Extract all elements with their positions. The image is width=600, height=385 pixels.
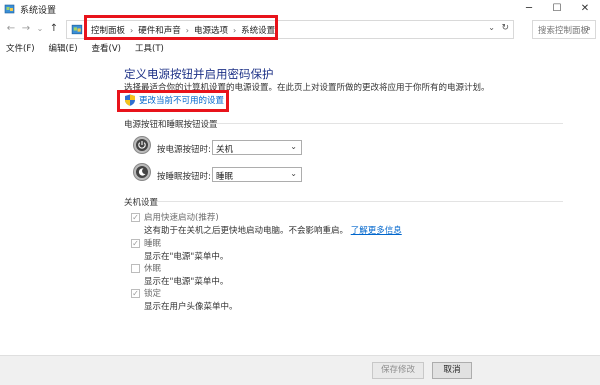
- sleep-button-label: 按睡眠按钮时:: [157, 172, 211, 182]
- lock-checkbox[interactable]: ✓: [131, 289, 140, 298]
- page-title: 定义电源按钮并启用密码保护: [124, 67, 274, 81]
- sleep-checkbox[interactable]: ✓: [131, 239, 140, 248]
- control-panel-icon: [4, 4, 15, 14]
- fast-startup-label: 启用快速启动(推荐): [144, 213, 219, 223]
- power-button-select[interactable]: 关机 ⌄: [212, 140, 302, 155]
- window-title: 系统设置: [20, 6, 57, 16]
- maximize-button[interactable]: ☐: [543, 0, 571, 18]
- button-bar: 保存修改 取消: [0, 355, 600, 385]
- chevron-down-icon: ⌄: [290, 142, 297, 151]
- divider: [209, 123, 563, 124]
- hibernate-option-description: 显示在"电源"菜单中。: [144, 277, 229, 287]
- power-button-value: 关机: [216, 145, 234, 155]
- fast-startup-checkbox[interactable]: ✓: [131, 213, 140, 222]
- power-button-icon: [134, 137, 150, 153]
- search-input[interactable]: 搜索控制面板 ⌕: [532, 20, 596, 39]
- address-dropdown-icon[interactable]: ⌄: [488, 23, 495, 32]
- menu-tools[interactable]: 工具(T): [129, 40, 164, 55]
- lock-option-label: 锁定: [144, 289, 162, 299]
- back-button[interactable]: ←: [5, 22, 17, 36]
- power-buttons-heading: 电源按钮和睡眠按钮设置: [124, 120, 218, 130]
- sleep-button-value: 睡眠: [216, 172, 234, 182]
- shutdown-heading: 关机设置: [124, 198, 159, 208]
- breadcrumb-highlight: [84, 15, 278, 40]
- change-settings-highlight: [117, 90, 229, 112]
- fast-startup-description: 这有助于在关机之后更快地启动电脑。不会影响重启。 了解更多信息: [144, 224, 402, 236]
- power-symbol-icon: [138, 141, 146, 149]
- menu-edit[interactable]: 编辑(E): [43, 40, 78, 55]
- chevron-down-icon: ⌄: [290, 169, 297, 178]
- lock-option-description: 显示在用户头像菜单中。: [144, 302, 238, 312]
- sleep-button-select[interactable]: 睡眠 ⌄: [212, 167, 302, 182]
- recent-locations-button[interactable]: ⌄: [34, 22, 46, 36]
- divider: [157, 201, 563, 202]
- forward-button[interactable]: →: [20, 22, 32, 36]
- refresh-icon[interactable]: ↻: [501, 23, 509, 33]
- moon-icon: [138, 168, 146, 176]
- save-changes-button[interactable]: 保存修改: [372, 362, 424, 379]
- sleep-button-icon: [134, 164, 150, 180]
- control-panel-icon: [71, 24, 83, 35]
- hibernate-option-label: 休眠: [144, 264, 162, 274]
- search-icon[interactable]: ⌕: [586, 24, 591, 34]
- up-button[interactable]: ↑: [48, 22, 60, 36]
- fast-startup-desc-text: 这有助于在关机之后更快地启动电脑。不会影响重启。: [144, 226, 349, 236]
- sleep-option-label: 睡眠: [144, 239, 162, 249]
- close-button[interactable]: ✕: [571, 0, 599, 18]
- cancel-button[interactable]: 取消: [432, 362, 472, 379]
- menu-bar: 文件(F) 编辑(E) 查看(V) 工具(T): [0, 40, 600, 55]
- learn-more-link[interactable]: 了解更多信息: [351, 226, 402, 236]
- minimize-button[interactable]: ─: [515, 0, 543, 18]
- menu-view[interactable]: 查看(V): [86, 40, 121, 55]
- hibernate-checkbox[interactable]: [131, 264, 140, 273]
- main-content: 定义电源按钮并启用密码保护 选择最适合你的计算机设置的电源设置。在此页上对设置所…: [0, 56, 600, 356]
- sleep-option-description: 显示在"电源"菜单中。: [144, 252, 229, 262]
- search-placeholder: 搜索控制面板: [538, 26, 590, 36]
- power-button-label: 按电源按钮时:: [157, 145, 211, 155]
- menu-file[interactable]: 文件(F): [0, 40, 35, 55]
